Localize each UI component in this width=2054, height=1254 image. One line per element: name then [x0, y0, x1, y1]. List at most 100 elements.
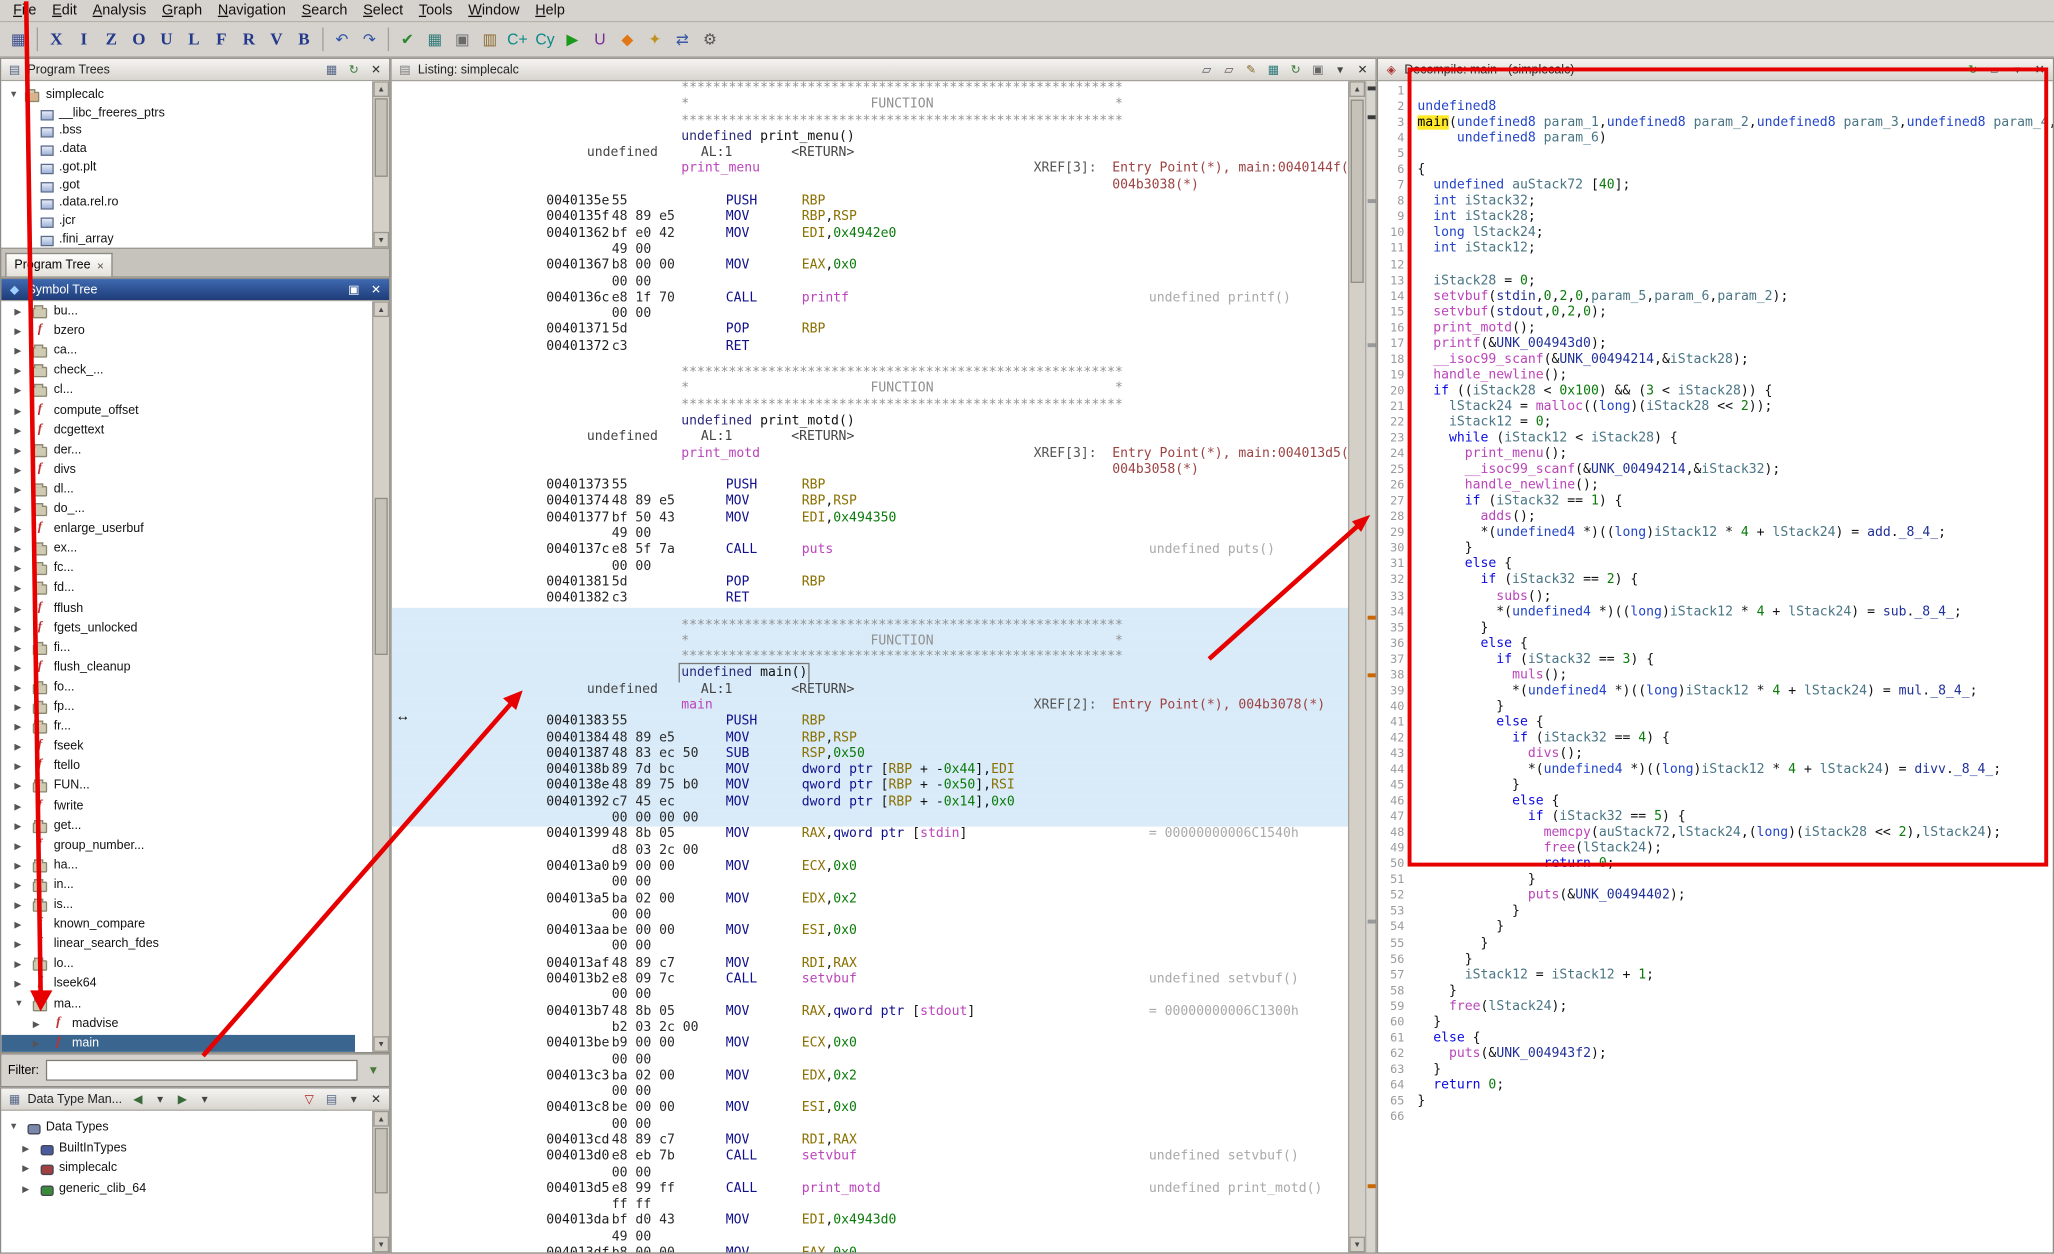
listing-line[interactable]: 004b3038(*)	[392, 178, 1348, 194]
decompile-line[interactable]: 19 handle_newline();	[1378, 368, 2053, 384]
listing-line[interactable]: 0040137ce8 5f 7aCALLputsundefined puts()	[392, 543, 1348, 559]
expander-icon[interactable]: ▶	[14, 465, 21, 475]
listing-line[interactable]: 004013dfb8 00 00MOVEAX,0x0	[392, 1246, 1348, 1252]
decompile-line[interactable]: 38 muls();	[1378, 668, 2053, 684]
decompile-line[interactable]: 46 else {	[1378, 794, 2053, 810]
expander-icon[interactable]: ▶	[14, 821, 21, 831]
expander-icon[interactable]: ▶	[14, 959, 21, 969]
scroll-up-icon[interactable]: ▲	[1349, 81, 1365, 97]
menu-search[interactable]: Search	[294, 1, 355, 19]
expander-icon[interactable]: ▶	[14, 544, 21, 554]
decompile-line[interactable]: 42 if (iStack32 == 4) {	[1378, 731, 2053, 747]
decompile-line[interactable]: 57 iStack12 = iStack12 + 1;	[1378, 968, 2053, 984]
decompile-line[interactable]: 24 print_menu();	[1378, 447, 2053, 463]
decompile-line[interactable]: 50 return 0;	[1378, 857, 2053, 873]
menu-help[interactable]: Help	[527, 1, 572, 19]
listing-line[interactable]: 0040138355PUSHRBP	[392, 714, 1348, 730]
listing-line[interactable]: undefined print_motd()	[392, 414, 1348, 430]
expander-icon[interactable]: ▶	[22, 1143, 29, 1153]
listing-line[interactable]: 0040135f48 89 e5MOVRBP,RSP	[392, 210, 1348, 226]
listing-line[interactable]: 004013d5e8 99 ffCALLprint_motdundefined …	[392, 1181, 1348, 1197]
decompile-line[interactable]: 58 }	[1378, 983, 2053, 999]
run-icon[interactable]: ▶	[559, 26, 585, 52]
program-tree-item[interactable]: .got.plt	[1, 158, 355, 178]
gear-icon[interactable]: ⚙	[697, 26, 723, 52]
menu-window[interactable]: Window	[460, 1, 527, 19]
decompile-line[interactable]: 1	[1378, 84, 2053, 100]
listing-line[interactable]	[392, 355, 1348, 365]
listing-line[interactable]: 00401392c7 45 ecMOVdword ptr [RBP + -0x1…	[392, 795, 1348, 811]
layout-icon[interactable]: ▣	[449, 26, 475, 52]
listing-line[interactable]: undefinedAL:1<RETURN>	[392, 682, 1348, 698]
program-tree-root[interactable]: ▼simplecalc	[1, 86, 355, 106]
expander-icon[interactable]: ▼	[14, 999, 23, 1008]
data-type-item[interactable]: ▶generic_clib_64	[1, 1180, 355, 1200]
expander-icon[interactable]: ▼	[9, 90, 18, 99]
listing-line[interactable]: 004013c3ba 02 00MOVEDX,0x2	[392, 1069, 1348, 1085]
decompile-line[interactable]: 59 free(lStack24);	[1378, 999, 2053, 1015]
data-type-item[interactable]: ▶BuiltInTypes	[1, 1139, 355, 1159]
symbol-tree-item-dl-[interactable]: ▶dl...	[1, 481, 355, 501]
decompile-line[interactable]: 6{	[1378, 163, 2053, 179]
listing-line[interactable]: 49 00	[392, 1230, 1348, 1246]
listing-line[interactable]: 004013715dPOPRBP	[392, 323, 1348, 339]
back-caret-icon[interactable]: ▾	[151, 1090, 169, 1108]
expander-icon[interactable]: ▶	[14, 445, 21, 455]
decompile-line[interactable]: 40 }	[1378, 699, 2053, 715]
menu-caret-icon[interactable]: ▾	[1331, 60, 1349, 78]
listing-line[interactable]: 004013af48 89 c7MOVRDI,RAX	[392, 956, 1348, 972]
key-icon[interactable]: ✦	[642, 26, 668, 52]
decompile-line[interactable]: 28 adds();	[1378, 510, 2053, 526]
filter-icon[interactable]: ▽	[300, 1090, 318, 1108]
symbol-tree-item-linear-search-fdes[interactable]: ▶flinear_search_fdes	[1, 936, 355, 956]
listing-line[interactable]: 004013beb9 00 00MOVECX,0x0	[392, 1036, 1348, 1052]
expander-icon[interactable]: ▶	[14, 405, 21, 415]
expander-icon[interactable]: ▶	[33, 1038, 40, 1048]
decompile-line[interactable]: 15 setvbuf(stdout,0,2,0);	[1378, 305, 2053, 321]
menu-graph[interactable]: Graph	[154, 1, 210, 19]
menu-tools[interactable]: Tools	[411, 1, 460, 19]
listing-line[interactable]: 004013b2e8 09 7cCALLsetvbufundefined set…	[392, 972, 1348, 988]
save-icon[interactable]: ▦	[5, 26, 31, 52]
copy-icon[interactable]: ▱	[1986, 60, 2004, 78]
program-tree-item[interactable]: .bss	[1, 122, 355, 142]
listing-line[interactable]: 00401377bf 50 43MOVEDI,0x494350	[392, 511, 1348, 527]
forward-icon[interactable]: ▶	[173, 1090, 191, 1108]
listing-line[interactable]: undefinedAL:1<RETURN>	[392, 146, 1348, 162]
listing-line[interactable]: 004013cd48 89 c7MOVRDI,RAX	[392, 1133, 1348, 1149]
expander-icon[interactable]: ▶	[14, 504, 21, 514]
listing-line[interactable]: 00 00	[392, 908, 1348, 924]
decompile-line[interactable]: 22 iStack12 = 0;	[1378, 415, 2053, 431]
nav-marker[interactable]	[1368, 673, 1376, 677]
scroll-up-icon[interactable]: ▲	[373, 81, 389, 97]
cy-icon[interactable]: Cy	[532, 26, 558, 52]
expander-icon[interactable]: ▶	[14, 920, 21, 930]
symbol-tree-item-fr-[interactable]: ▶fr...	[1, 718, 355, 738]
scroll-down-icon[interactable]: ▼	[373, 1237, 389, 1253]
program-tree-item[interactable]: __libc_freeres_ptrs	[1, 104, 355, 124]
decompile-line[interactable]: 30 }	[1378, 542, 2053, 558]
decompile-line[interactable]: 53 }	[1378, 904, 2053, 920]
symbol-tree-item-in-[interactable]: ▶in...	[1, 876, 355, 896]
expander-icon[interactable]: ▶	[14, 900, 21, 910]
symbol-tree-item-der-[interactable]: ▶der...	[1, 441, 355, 461]
listing-line[interactable]: 004013d0e8 eb 7bCALLsetvbufundefined set…	[392, 1149, 1348, 1165]
redo-icon[interactable]: ↷	[356, 26, 382, 52]
listing-line[interactable]: 004013aabe 00 00MOVESI,0x0	[392, 924, 1348, 940]
undo-icon[interactable]: ↶	[329, 26, 355, 52]
tool-letter-i-icon[interactable]: I	[71, 26, 97, 52]
symbol-tree-item-ex-[interactable]: ▶ex...	[1, 540, 355, 560]
symbol-tree-item-ha-[interactable]: ▶ha...	[1, 856, 355, 876]
scroll-down-icon[interactable]: ▼	[1349, 1237, 1365, 1253]
tool-letter-b-icon[interactable]: B	[291, 26, 317, 52]
listing-line[interactable]: b2 03 2c 00	[392, 1020, 1348, 1036]
decompile-line[interactable]: 26 handle_newline();	[1378, 478, 2053, 494]
tool-letter-z-icon[interactable]: Z	[98, 26, 124, 52]
swap-icon[interactable]: ⇄	[669, 26, 695, 52]
expander-icon[interactable]: ▶	[14, 643, 21, 653]
program-tree-item[interactable]: .data	[1, 140, 355, 160]
listing-line[interactable]: 00 00	[392, 1117, 1348, 1133]
close-icon[interactable]: ✕	[367, 280, 385, 298]
symbol-tree-item-fflush[interactable]: ▶ffflush	[1, 599, 355, 619]
expander-icon[interactable]: ▶	[14, 326, 21, 336]
